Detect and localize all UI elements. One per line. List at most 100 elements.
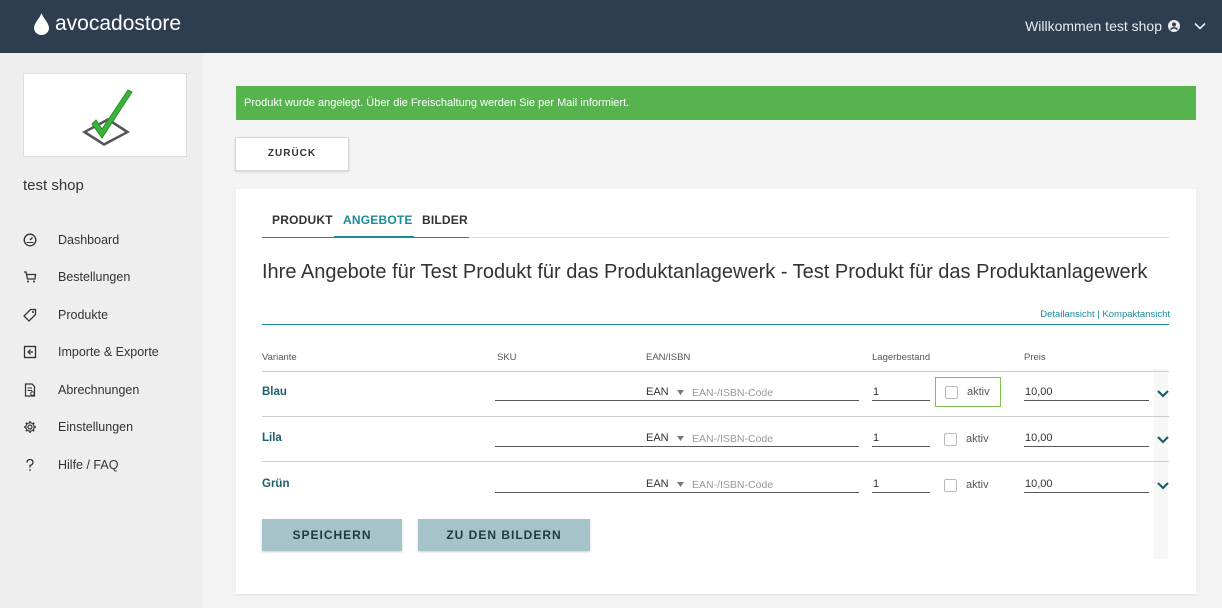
chevron-down-icon[interactable] [1194, 21, 1206, 31]
success-alert: Produkt wurde angelegt. Über die Freisch… [236, 86, 1196, 120]
main-content: Produkt wurde angelegt. Über die Freisch… [203, 53, 1222, 608]
column-header-stock: Lagerbestand [872, 352, 931, 363]
sidebar-item-products[interactable]: Produkte [0, 296, 203, 334]
tab-bar: PRODUKT ANGEBOTE BILDER [262, 189, 1169, 238]
user-menu[interactable]: Willkommen test shop [1025, 18, 1206, 34]
sidebar-item-label: Bestellungen [58, 270, 131, 285]
ean-type-select[interactable]: EAN [646, 386, 684, 398]
price-input[interactable]: 10,00 [1025, 478, 1053, 490]
welcome-text: Willkommen test shop [1025, 18, 1162, 34]
sidebar-item-label: Abrechnungen [58, 382, 140, 397]
detail-view-link[interactable]: Detailansicht [1040, 309, 1094, 320]
ean-code-input[interactable]: EAN-/ISBN-Code [692, 479, 773, 491]
row-divider [262, 416, 1169, 417]
ean-type-value: EAN [646, 432, 669, 444]
ean-type-select[interactable]: EAN [646, 478, 684, 490]
sidebar-item-label: Hilfe / FAQ [58, 457, 119, 472]
stock-input[interactable]: 1 [873, 386, 879, 398]
row-divider [262, 461, 1169, 462]
stock-input[interactable]: 1 [873, 432, 879, 444]
expand-chevron-icon[interactable] [1157, 390, 1169, 398]
ean-underline [646, 446, 859, 447]
checkbox-box [945, 385, 958, 399]
sidebar-item-label: Produkte [58, 307, 109, 322]
expand-chevron-icon[interactable] [1157, 436, 1169, 444]
stock-input[interactable]: 1 [873, 478, 879, 490]
active-label: aktiv [966, 433, 989, 445]
active-checkbox[interactable]: aktiv [935, 470, 1001, 500]
tag-icon [23, 308, 37, 322]
go-to-images-button[interactable]: ZU DEN BILDERN [418, 519, 590, 551]
shop-logo-image [23, 73, 187, 157]
sidebar-item-settings[interactable]: Einstellungen [0, 409, 203, 447]
price-input[interactable]: 10,00 [1025, 386, 1053, 398]
sidebar: test shop Dashboard Bestellungen Produkt… [0, 53, 203, 608]
active-tab-indicator [334, 236, 414, 238]
cart-icon [24, 271, 37, 283]
column-header-sku: SKU [497, 352, 517, 363]
top-bar: avocadostore Willkommen test shop [0, 0, 1222, 53]
back-button[interactable]: ZURÜCK [235, 137, 349, 171]
caret-down-icon [676, 481, 684, 487]
sidebar-item-label: Dashboard [58, 232, 120, 247]
section-divider [262, 324, 1169, 325]
sidebar-item-billing[interactable]: Abrechnungen [0, 371, 203, 409]
question-icon [26, 458, 34, 471]
price-underline [1024, 492, 1149, 493]
tab-offers[interactable]: ANGEBOTE [343, 213, 413, 227]
tab-images[interactable]: BILDER [422, 213, 468, 227]
variant-name: Blau [262, 386, 287, 398]
sku-input[interactable] [495, 492, 648, 493]
header-divider [262, 371, 1169, 372]
stock-underline [872, 492, 930, 493]
avocado-drop-icon [34, 13, 49, 35]
price-underline [1024, 446, 1149, 447]
active-label: aktiv [967, 386, 990, 398]
variant-name: Grün [262, 478, 290, 490]
sidebar-item-import-export[interactable]: Importe & Exporte [0, 334, 203, 372]
sku-input[interactable] [495, 446, 648, 447]
variant-name: Lila [262, 432, 282, 444]
column-header-variant: Variante [262, 352, 297, 363]
brand-logo[interactable]: avocadostore [34, 12, 181, 36]
ean-underline [646, 400, 859, 401]
caret-down-icon [676, 389, 684, 395]
caret-down-icon [676, 435, 684, 441]
active-label: aktiv [966, 479, 989, 491]
active-checkbox[interactable]: aktiv [935, 377, 1001, 407]
price-underline [1024, 400, 1149, 401]
view-switch: Detailansicht | Kompaktansicht [1040, 309, 1170, 320]
ean-code-input[interactable]: EAN-/ISBN-Code [692, 387, 773, 399]
sidebar-item-label: Importe & Exporte [58, 345, 159, 360]
compact-view-link[interactable]: Kompaktansicht [1102, 309, 1170, 320]
ean-type-value: EAN [646, 386, 669, 398]
dashboard-gauge-icon [23, 233, 37, 247]
expand-chevron-icon[interactable] [1157, 482, 1169, 490]
checkbox-box [944, 432, 957, 446]
stock-underline [872, 400, 930, 401]
column-header-price: Preis [1024, 352, 1046, 363]
checkbox-box [944, 478, 957, 492]
gear-icon [24, 421, 36, 434]
invoice-icon [24, 383, 36, 397]
offers-card: PRODUKT ANGEBOTE BILDER Ihre Angebote fü… [236, 189, 1196, 594]
offers-heading: Ihre Angebote für Test Produkt für das P… [262, 261, 1148, 283]
tab-product[interactable]: PRODUKT [272, 213, 333, 227]
ean-type-value: EAN [646, 478, 669, 490]
sku-input[interactable] [495, 400, 648, 401]
shop-name: test shop [23, 177, 84, 194]
stock-underline [872, 446, 930, 447]
column-header-ean: EAN/ISBN [646, 352, 691, 363]
ean-type-select[interactable]: EAN [646, 432, 684, 444]
active-checkbox[interactable]: aktiv [935, 424, 1001, 454]
save-button[interactable]: SPEICHERN [262, 519, 402, 551]
user-icon [1168, 20, 1180, 32]
sidebar-item-label: Einstellungen [58, 420, 134, 435]
import-export-icon [23, 346, 37, 359]
price-input[interactable]: 10,00 [1025, 432, 1053, 444]
sidebar-item-orders[interactable]: Bestellungen [0, 259, 203, 297]
sidebar-item-dashboard[interactable]: Dashboard [0, 221, 203, 259]
brand-name: avocadostore [55, 12, 182, 35]
sidebar-item-help[interactable]: Hilfe / FAQ [0, 446, 203, 484]
ean-code-input[interactable]: EAN-/ISBN-Code [692, 433, 773, 445]
